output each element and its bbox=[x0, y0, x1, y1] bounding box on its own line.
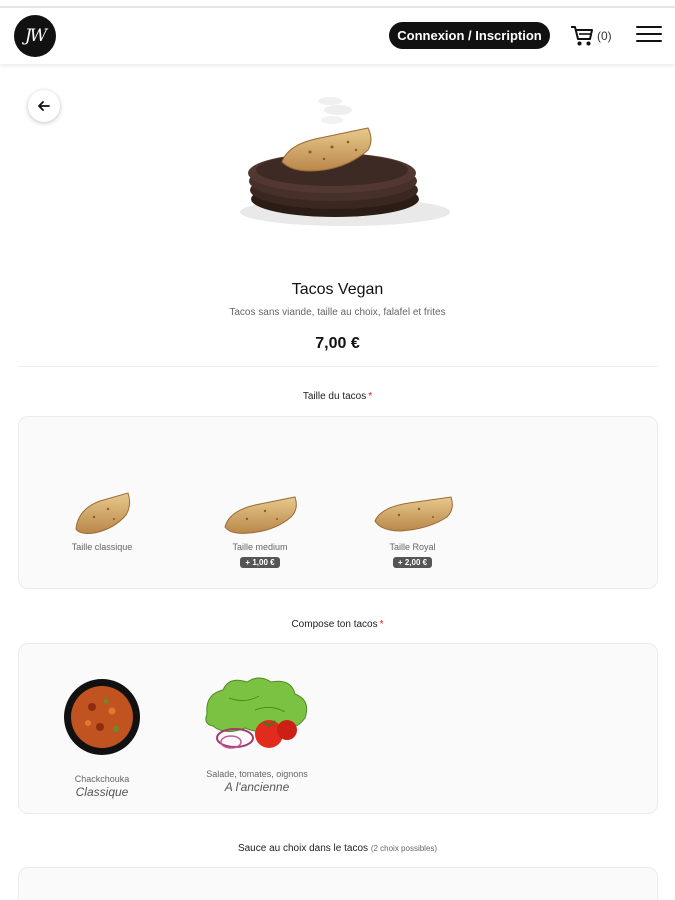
compose-options-card: Chackchouka Classique Salade, tomates, o… bbox=[18, 643, 658, 814]
taco-image bbox=[224, 496, 297, 534]
menu-icon[interactable] bbox=[636, 26, 662, 46]
price-extra-badge: + 1,00 € bbox=[240, 557, 280, 568]
brand-logo[interactable]: JW bbox=[14, 15, 56, 57]
cart-icon bbox=[571, 26, 593, 46]
product-description: Tacos sans viande, taille au choix, fala… bbox=[229, 307, 446, 318]
price-extra-badge: + 2,00 € bbox=[392, 557, 433, 568]
size-option-royal[interactable]: Taille Royal + 2,00 € bbox=[365, 491, 460, 570]
size-option-label: Taille classique bbox=[71, 542, 133, 552]
sauce-choice-hint: (2 choix possibles) bbox=[370, 844, 438, 853]
compose-option-label: Salade, tomates, oignons bbox=[206, 769, 308, 779]
sauce-options-card bbox=[18, 867, 658, 900]
product-price: 7,00 € bbox=[315, 335, 360, 352]
size-section-title: Taille du tacos * bbox=[302, 391, 373, 402]
size-option-label: Taille medium bbox=[232, 542, 288, 552]
size-option-medium[interactable]: Taille medium + 1,00 € bbox=[215, 493, 305, 570]
compose-option-salade[interactable]: Salade, tomates, oignons A l'ancienne bbox=[199, 674, 315, 794]
product-title: Tacos Vegan bbox=[291, 281, 384, 298]
salad-image bbox=[205, 677, 308, 749]
product-image bbox=[240, 97, 450, 226]
back-button[interactable] bbox=[28, 90, 60, 122]
cart-count: (0) bbox=[597, 29, 612, 43]
sauce-section-title: Sauce au choix dans le tacos (2 choix po… bbox=[237, 843, 438, 854]
size-options-card: Taille classique Taille medium + 1,00 € … bbox=[18, 416, 658, 589]
compose-section-title: Compose ton tacos * bbox=[291, 619, 384, 630]
compose-option-label: Chackchouka bbox=[74, 774, 130, 784]
compose-option-sub: A l'ancienne bbox=[224, 780, 290, 794]
site-header: JW Connexion / Inscription (0) bbox=[0, 8, 675, 64]
size-option-classic[interactable]: Taille classique bbox=[57, 489, 147, 552]
back-arrow-icon bbox=[38, 101, 50, 111]
size-option-label: Taille Royal bbox=[389, 542, 436, 552]
compose-option-chackchouka[interactable]: Chackchouka Classique bbox=[57, 677, 147, 799]
required-mark: * bbox=[368, 391, 373, 402]
divider bbox=[18, 366, 658, 367]
cart-button[interactable]: (0) bbox=[570, 24, 612, 48]
taco-image bbox=[75, 492, 131, 534]
taco-image bbox=[373, 496, 453, 532]
compose-option-sub: Classique bbox=[75, 785, 129, 799]
login-signup-button[interactable]: Connexion / Inscription bbox=[389, 22, 550, 49]
required-mark: * bbox=[379, 619, 384, 630]
chackchouka-image bbox=[64, 679, 140, 755]
